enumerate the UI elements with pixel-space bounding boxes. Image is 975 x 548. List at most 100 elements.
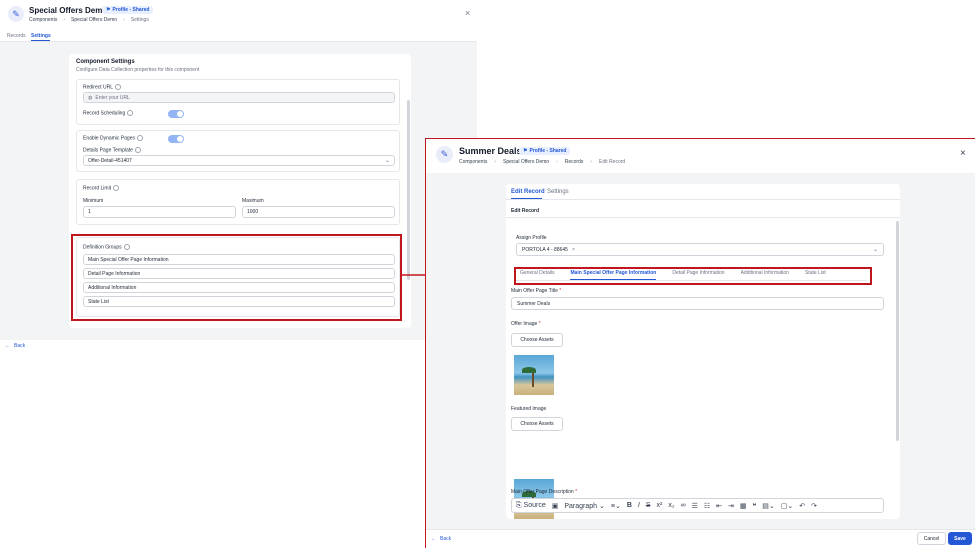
breadcrumb-separator: ›: [590, 159, 593, 165]
breadcrumb-components[interactable]: Components: [29, 17, 57, 23]
help-icon: [113, 185, 120, 191]
remove-chip-icon[interactable]: ×: [572, 247, 575, 253]
bulleted-list-icon[interactable]: ☰: [692, 502, 698, 510]
chevron-down-icon: ⌄: [384, 158, 390, 164]
source-button[interactable]: ⎘ Source: [516, 502, 546, 510]
profile-chip: PORTOLA 4 - 88645 ×: [522, 246, 575, 253]
details-page-template-value: Offer-Detail-451407: [88, 157, 132, 164]
card-title: Component Settings: [76, 59, 135, 65]
align-icon[interactable]: ≡⌄: [611, 502, 621, 510]
featured-image-choose-assets-button[interactable]: Choose Assets: [511, 417, 563, 431]
tab-edit-record[interactable]: Edit Record: [511, 189, 545, 195]
section-title: Edit Record: [511, 208, 540, 214]
enable-dynamic-pages-label: Enable Dynamic Pages: [83, 135, 143, 141]
tab-records[interactable]: Records: [7, 33, 26, 39]
redirect-section: Redirect URL ◍ Enter your URL Record Sch…: [76, 79, 400, 125]
description-label: Main Offer Page Description *: [511, 489, 578, 495]
footer-divider: [426, 529, 975, 530]
back-link[interactable]: ← Back: [431, 536, 451, 542]
scrollbar[interactable]: [896, 221, 899, 441]
italic-icon[interactable]: I: [638, 502, 640, 509]
details-page-template-label: Details Page Template: [83, 147, 141, 153]
superscript-icon[interactable]: x²: [657, 502, 663, 509]
offer-image-choose-assets-button[interactable]: Choose Assets: [511, 333, 563, 347]
page-title: Special Offers Demo: [29, 6, 108, 15]
definition-groups-highlight: [71, 234, 402, 321]
maximum-input[interactable]: 1000: [242, 206, 395, 218]
help-icon: [127, 110, 134, 116]
divider: [506, 217, 900, 218]
help-icon: [115, 84, 122, 90]
offer-image-label: Offer Image *: [511, 321, 541, 327]
group-tabs-highlight: [514, 267, 872, 285]
back-link[interactable]: ← Back: [5, 343, 25, 349]
help-icon: [136, 135, 143, 141]
breadcrumb-records[interactable]: Records: [565, 159, 584, 165]
breadcrumb-component[interactable]: Special Offers Demo: [71, 17, 117, 23]
breadcrumb-component[interactable]: Special Offers Demo: [503, 159, 549, 165]
minimum-input[interactable]: 1: [83, 206, 236, 218]
subscript-icon[interactable]: x₂: [668, 502, 674, 509]
breadcrumb-current: Edit Record: [599, 159, 626, 165]
assign-profile-select[interactable]: PORTOLA 4 - 88645 × ⌄: [516, 243, 884, 256]
indent-icon[interactable]: ⇥: [728, 502, 734, 510]
assign-profile-label: Assign Profile: [516, 235, 547, 241]
help-icon: [134, 147, 141, 153]
save-button[interactable]: Save: [948, 532, 972, 545]
insert-image-icon[interactable]: ▦: [740, 502, 747, 510]
close-icon[interactable]: ×: [465, 8, 470, 18]
main-offer-title-input[interactable]: Summer Deals: [511, 297, 884, 310]
component-icon: ✎: [8, 6, 24, 22]
redirect-url-placeholder: Enter your URL: [95, 94, 130, 101]
breadcrumb-separator: ›: [556, 159, 558, 165]
outdent-icon[interactable]: ⇤: [716, 502, 722, 510]
breadcrumb: Components › Special Offers Demo › Setti…: [29, 17, 149, 23]
globe-icon: ◍: [88, 94, 93, 101]
bold-icon[interactable]: B: [627, 502, 632, 509]
profile-badge: ⚑ Profile - Shared: [519, 147, 571, 155]
arrow-left-icon: ←: [431, 536, 436, 542]
record-scheduling-toggle[interactable]: [168, 110, 184, 118]
profile-badge: ⚑ Profile - Shared: [102, 6, 154, 14]
tab-settings[interactable]: Settings: [547, 189, 569, 195]
breadcrumb-separator: ›: [494, 159, 497, 165]
redirect-url-label: Redirect URL: [83, 84, 122, 90]
enable-dynamic-pages-toggle[interactable]: [168, 135, 184, 143]
blockquote-icon[interactable]: ❝: [753, 502, 757, 510]
main-offer-title-label: Main Offer Page Title *: [511, 288, 562, 294]
paragraph-select[interactable]: Paragraph ⌄: [564, 502, 605, 510]
redirect-url-input[interactable]: ◍ Enter your URL: [83, 92, 395, 103]
divider: [506, 199, 900, 200]
edit-record-window: ✎ Summer Deals ⚑ Profile - Shared Compone…: [425, 138, 975, 548]
close-icon[interactable]: ×: [960, 148, 966, 159]
media-icon[interactable]: ▢⌄: [781, 502, 793, 510]
tab-settings[interactable]: Settings: [31, 33, 51, 39]
record-limit-section: Record Limit Minimum 1 Maximum 1000: [76, 179, 400, 225]
scrollbar[interactable]: [407, 100, 410, 280]
record-scheduling-label: Record Scheduling: [83, 110, 134, 116]
breadcrumb-current: Settings: [130, 17, 149, 23]
rich-text-toolbar: ⎘ Source ▣ Paragraph ⌄ ≡⌄ B I S x² x₂ ∞ …: [511, 498, 884, 513]
maximum-label: Maximum: [242, 198, 264, 204]
cancel-button[interactable]: Cancel: [917, 532, 946, 545]
table-icon[interactable]: ▤⌄: [762, 502, 774, 510]
record-limit-label: Record Limit: [83, 185, 120, 191]
breadcrumb-separator: ›: [123, 17, 125, 23]
component-icon: ✎: [436, 146, 453, 163]
edit-record-card: Edit Record Settings Edit Record Assign …: [506, 184, 900, 519]
chevron-down-icon: ⌄: [872, 247, 878, 253]
image-icon[interactable]: ▣: [552, 502, 559, 510]
arrow-left-icon: ←: [5, 343, 10, 349]
card-subtitle: Configure Data Collection properties for…: [76, 67, 200, 73]
share-icon: ⚑: [106, 7, 111, 13]
undo-icon[interactable]: ↶: [799, 502, 805, 510]
breadcrumb-components[interactable]: Components: [459, 159, 487, 165]
details-page-template-select[interactable]: Offer-Detail-451407 ⌄: [83, 155, 395, 166]
strikethrough-icon[interactable]: S: [646, 502, 651, 509]
numbered-list-icon[interactable]: ☷: [704, 502, 710, 510]
dynamic-pages-section: Enable Dynamic Pages Details Page Templa…: [76, 130, 400, 172]
redo-icon[interactable]: ↷: [811, 502, 817, 510]
share-icon: ⚑: [523, 148, 528, 154]
link-icon[interactable]: ∞: [681, 502, 686, 509]
offer-image-thumbnail[interactable]: [514, 355, 554, 395]
